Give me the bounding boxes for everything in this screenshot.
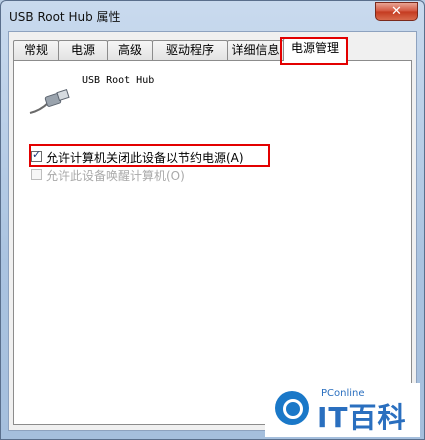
close-icon: ✕ [391,4,402,19]
option-highlight-box [29,144,270,167]
properties-window: USB Root Hub 属性 ✕ 常规 电源 高级 驱动程序 详细信息 电源管… [0,0,425,440]
usb-plug-icon [29,89,70,114]
search-logo-icon [275,391,309,425]
device-name: USB Root Hub [82,75,155,86]
dialog-client-area: 常规 电源 高级 驱动程序 详细信息 电源管理 USB Root Hub 允许计… [8,31,417,431]
tab-details[interactable]: 详细信息 [227,40,284,60]
close-button[interactable]: ✕ [375,2,418,21]
tab-power[interactable]: 电源 [58,40,108,60]
watermark-big-text: IT百科 [317,401,407,434]
title-bar[interactable]: USB Root Hub 属性 ✕ [1,1,424,31]
tab-general[interactable]: 常规 [13,40,59,60]
tab-driver[interactable]: 驱动程序 [152,40,228,60]
power-management-panel: USB Root Hub 允许计算机关闭此设备以节约电源(A) 允许此设备唤醒计… [13,60,412,425]
tab-highlight-box [280,37,348,65]
tab-advanced[interactable]: 高级 [107,40,153,60]
watermark-logo: PConline IT百科 [265,383,420,437]
window-title: USB Root Hub 属性 [9,10,121,24]
allow-wake-label: 允许此设备唤醒计算机(O) [46,169,185,183]
allow-wake-checkbox [31,169,42,180]
